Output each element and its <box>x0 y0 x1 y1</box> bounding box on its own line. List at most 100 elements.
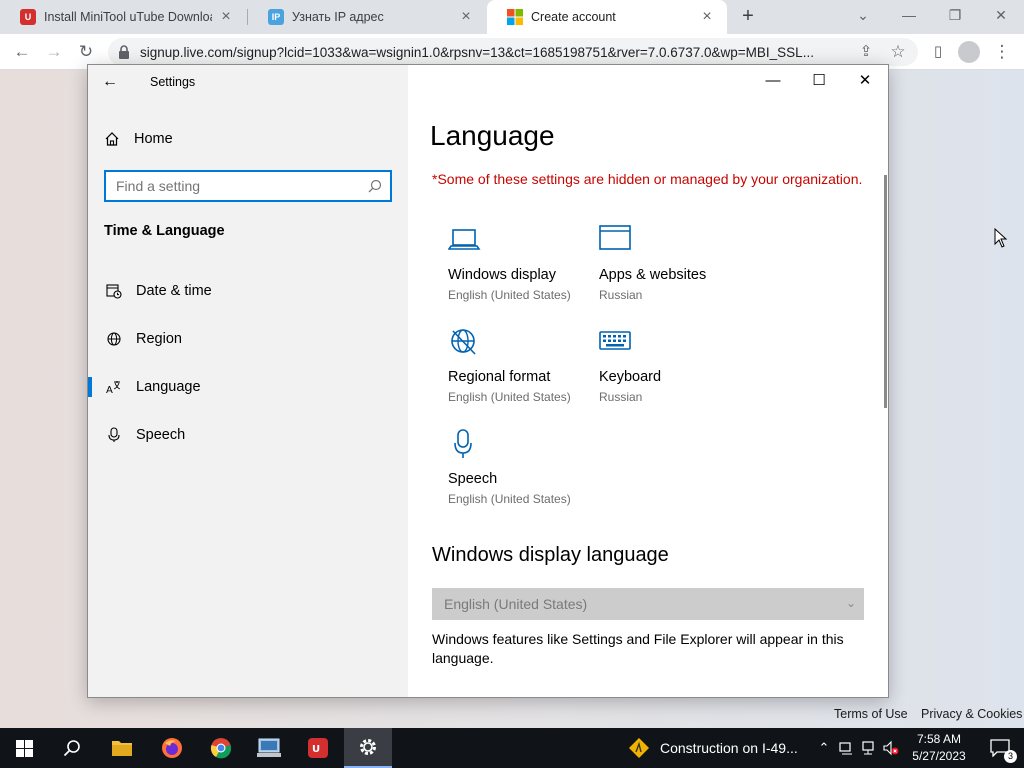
computer-icon <box>257 738 281 757</box>
home-label: Home <box>134 131 173 147</box>
ethernet-icon[interactable] <box>860 740 876 756</box>
nav-item-speech[interactable]: Speech <box>88 415 408 455</box>
language-icon: A <box>106 379 121 396</box>
news-widget[interactable]: Construction on I-49... <box>628 728 798 768</box>
menu-dots-icon[interactable]: ⋮ <box>990 40 1014 64</box>
forward-icon[interactable]: → <box>42 40 66 64</box>
tile-name: Speech <box>448 471 498 487</box>
firefox-icon <box>162 738 182 758</box>
network-icon[interactable] <box>838 740 854 756</box>
tile-speech[interactable]: Speech English (United States) <box>430 429 580 524</box>
tile-value: English (United States) <box>448 288 571 302</box>
news-text: Construction on I-49... <box>660 740 798 756</box>
nav-item-date-time[interactable]: Date & time <box>88 271 408 311</box>
tab-search-icon[interactable]: ⌄ <box>840 0 886 32</box>
tile-regional-format[interactable]: Regional format English (United States) <box>430 327 580 422</box>
tile-name: Keyboard <box>599 369 662 385</box>
taskbar: U Construction on I-49... ⌃ 7:58 AM 5/27… <box>0 728 1024 768</box>
construction-warning-icon <box>629 738 649 758</box>
tile-value: Russian <box>599 390 643 404</box>
display-language-description: Windows features like Settings and File … <box>432 631 844 666</box>
back-icon[interactable]: ← <box>10 40 34 64</box>
search-taskbar-button[interactable] <box>48 728 96 768</box>
tab-title: Install MiniTool uTube Downloader <box>44 10 212 24</box>
keyboard-icon <box>599 331 631 350</box>
clock-date: 5/27/2023 <box>912 749 966 763</box>
svg-text:U: U <box>312 744 320 755</box>
tile-keyboard[interactable]: Keyboard Russian <box>581 327 731 422</box>
back-arrow-icon[interactable]: ← <box>102 73 124 93</box>
tile-windows-display[interactable]: Windows display English (United States) <box>430 225 580 320</box>
display-language-heading: Windows display language <box>432 544 669 566</box>
tile-name: Apps & websites <box>599 267 707 283</box>
chrome-button[interactable] <box>197 728 245 768</box>
chevron-down-icon: ⌄ <box>845 596 856 610</box>
lock-icon[interactable] <box>118 45 130 59</box>
side-panel-icon[interactable]: ▯ <box>926 40 950 64</box>
nav-label: Date & time <box>136 283 212 299</box>
app-computer-button[interactable] <box>245 728 293 768</box>
utube-icon: U <box>20 9 36 25</box>
home-nav-item[interactable]: Home <box>104 131 173 147</box>
calendar-clock-icon <box>106 283 122 299</box>
page-title: Language <box>430 120 555 151</box>
volume-muted-icon[interactable] <box>882 740 900 756</box>
terms-link[interactable]: Terms of Use <box>834 707 908 721</box>
microsoft-icon <box>507 9 523 25</box>
microphone-icon <box>454 429 472 458</box>
window-maximize-icon[interactable]: ☐ <box>796 65 842 97</box>
privacy-link[interactable]: Privacy & Cookies <box>921 707 1022 721</box>
window-minimize-icon[interactable]: — <box>750 65 796 97</box>
tray-icons: ⌃ <box>816 728 900 768</box>
tile-apps-websites[interactable]: Apps & websites Russian <box>581 225 731 320</box>
tile-value: English (United States) <box>448 492 571 506</box>
settings-button[interactable] <box>344 728 392 768</box>
firefox-button[interactable] <box>148 728 196 768</box>
globe-icon <box>451 329 476 355</box>
laptop-icon <box>448 229 481 250</box>
microphone-icon <box>106 427 120 443</box>
address-bar[interactable]: signup.live.com/signup?lcid=1033&wa=wsig… <box>108 38 918 66</box>
search-input[interactable] <box>106 172 356 200</box>
tile-name: Regional format <box>448 369 551 385</box>
utube-button[interactable]: U <box>294 728 342 768</box>
scrollbar[interactable] <box>884 175 887 408</box>
mouse-cursor-icon <box>994 228 1008 248</box>
settings-sidebar: ← Settings Home Time & Language Date & t… <box>88 65 408 697</box>
svg-text:A: A <box>106 385 113 395</box>
bookmark-star-icon[interactable]: ☆ <box>886 40 910 64</box>
display-language-dropdown[interactable]: English (United States) ⌄ <box>432 588 864 620</box>
close-tab-icon[interactable]: × <box>699 8 715 26</box>
new-tab-button[interactable]: + <box>737 4 759 28</box>
restore-icon[interactable]: ❐ <box>932 0 978 32</box>
nav-item-language[interactable]: A Language <box>88 367 408 407</box>
home-icon <box>105 132 119 146</box>
reload-icon[interactable]: ↻ <box>74 40 98 64</box>
close-icon[interactable]: ✕ <box>978 0 1024 32</box>
chrome-icon <box>210 738 232 759</box>
settings-search-box[interactable] <box>104 170 392 202</box>
minimize-icon[interactable]: — <box>886 0 932 32</box>
close-tab-icon[interactable]: × <box>458 8 474 26</box>
utube-icon: U <box>308 738 328 758</box>
action-center-button[interactable]: 3 <box>976 728 1024 768</box>
window-close-icon[interactable]: ✕ <box>842 65 888 97</box>
nav-label: Region <box>136 331 182 347</box>
search-icon <box>63 740 80 757</box>
close-tab-icon[interactable]: × <box>218 8 234 26</box>
chevron-up-icon[interactable]: ⌃ <box>816 740 832 756</box>
nav-label: Language <box>136 379 201 395</box>
system-clock[interactable]: 7:58 AM 5/27/2023 <box>906 731 972 765</box>
search-icon[interactable] <box>368 179 382 193</box>
tile-name: Windows display <box>448 267 556 283</box>
tab-create-account[interactable]: Create account × <box>487 0 727 34</box>
start-button[interactable] <box>0 728 48 768</box>
tab-ip[interactable]: IP Узнать IP адрес × <box>248 0 486 34</box>
share-icon[interactable]: ⇪ <box>854 40 878 64</box>
tab-utube[interactable]: U Install MiniTool uTube Downloader × <box>0 0 246 34</box>
file-explorer-button[interactable] <box>98 728 146 768</box>
nav-item-region[interactable]: Region <box>88 319 408 359</box>
ip-icon: IP <box>268 9 284 25</box>
browser-tabstrip: U Install MiniTool uTube Downloader × IP… <box>0 0 1024 34</box>
profile-avatar[interactable] <box>958 41 980 63</box>
